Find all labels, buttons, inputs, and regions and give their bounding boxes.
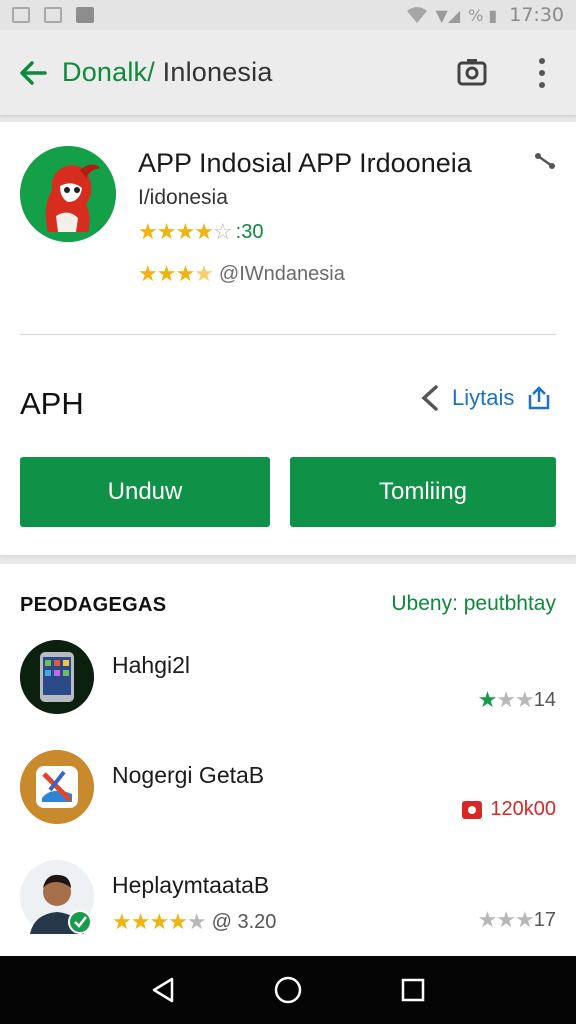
- camera-icon: [457, 59, 487, 86]
- item-user-rating: ★★★★★ @ 3.20: [112, 910, 276, 935]
- item-rating: ★★★ 14: [478, 688, 556, 713]
- page-title-primary: Donalk/: [62, 57, 155, 87]
- item-filled-star: ★: [477, 688, 498, 713]
- recommendations-card: PEODAGEGAS Ubeny: peutbhtay Hahgi2l ★★★ …: [0, 564, 576, 956]
- system-nav-bar: [0, 956, 576, 1024]
- camera-button[interactable]: [456, 56, 488, 88]
- notification-icons: [12, 7, 94, 23]
- back-nav-icon[interactable]: [148, 975, 178, 1005]
- share-icon: [535, 153, 555, 169]
- item-avatar: [20, 750, 94, 824]
- item-user-stars: ★★★★★: [112, 910, 207, 935]
- item-download-count: 120k00: [490, 798, 556, 820]
- item-title: HeplaymtaataB: [112, 872, 270, 898]
- rating-prefix: ★: [138, 220, 158, 245]
- item-title: Hahgi2l: [112, 652, 190, 678]
- item-downloads: 120k00: [462, 798, 556, 821]
- more-dot-icon: [539, 82, 545, 88]
- recents-nav-icon[interactable]: [398, 975, 428, 1005]
- divider: [20, 334, 556, 335]
- secondary-rating-stars: ★★★★: [138, 262, 214, 287]
- app-icon[interactable]: [20, 146, 116, 242]
- item-avatar: [20, 860, 94, 934]
- download-button[interactable]: Unduw: [20, 457, 270, 527]
- item-user-empty-star: ★: [186, 910, 207, 935]
- page-title: Donalk/ Inlonesia: [62, 57, 273, 88]
- secondary-half-star: ★: [194, 262, 214, 287]
- image-notification-icon: [12, 7, 30, 23]
- rating-filled-stars: ★★★: [156, 220, 214, 245]
- app-region: I/idonesia: [138, 186, 228, 209]
- see-details-link[interactable]: Liytais: [420, 384, 552, 412]
- app-secondary-rating: ★★★★ @IWndanesia: [138, 262, 345, 287]
- list-item[interactable]: Hahgi2l ★★★ 14: [0, 640, 576, 736]
- app-bar: Donalk/ Inlonesia: [0, 30, 576, 116]
- item-rating-value: 17: [533, 909, 556, 931]
- share-button[interactable]: [534, 150, 556, 172]
- app-name: APP Indosial APP Irdooneia: [138, 148, 472, 178]
- app-detail-card: APP Indosial APP Irdooneia I/idonesia ★★…: [0, 122, 576, 556]
- phone-icon: [20, 640, 94, 714]
- more-dot-icon: [539, 58, 545, 64]
- more-options-button[interactable]: [530, 56, 554, 90]
- back-button[interactable]: [16, 56, 50, 90]
- secondary-rating-label: @IWndanesia: [218, 263, 345, 285]
- list-header: PEODAGEGAS: [20, 594, 167, 616]
- item-title: Nogergi GetaB: [112, 762, 265, 788]
- home-nav-icon[interactable]: [273, 975, 303, 1005]
- rating-stars: ★★★★☆: [138, 220, 233, 245]
- wifi-icon: [406, 7, 427, 23]
- rating-value: :30: [235, 221, 264, 243]
- item-avatar: [20, 640, 94, 714]
- rating-empty-star: ☆: [212, 220, 233, 245]
- clock: 17:30: [509, 4, 564, 26]
- section-label: APH: [20, 386, 84, 421]
- battery-icon: % ▮: [468, 5, 498, 25]
- item-user-filled-stars: ★★★★: [112, 910, 188, 935]
- person-avatar-icon: [20, 860, 94, 934]
- item-rating: ★★★ 17: [478, 908, 556, 933]
- mascot-icon: [20, 146, 116, 242]
- secondary-filled-stars: ★★★: [138, 262, 195, 287]
- watch-button[interactable]: Tomliing: [290, 457, 556, 527]
- signal-icon: ▼◢: [435, 5, 461, 25]
- item-stars: ★★★: [477, 688, 535, 713]
- play-badge-icon: [462, 800, 483, 819]
- item-rating-value: 14: [533, 689, 556, 711]
- item-stars: ★★★: [477, 908, 535, 933]
- more-dot-icon: [539, 70, 545, 76]
- see-details-label: Liytais: [452, 385, 515, 410]
- file-notification-icon: [44, 7, 62, 23]
- app-notification-icon: [76, 7, 94, 23]
- back-arrow-icon: [20, 60, 47, 85]
- share-upload-icon: [529, 386, 550, 410]
- item-empty-stars: ★★: [477, 908, 516, 933]
- status-indicators: ▼◢ % ▮ 17:30: [406, 4, 564, 26]
- list-item[interactable]: HeplaymtaataB ★★★★★ @ 3.20 ★★★ 17: [0, 860, 576, 956]
- item-empty-star: ★: [515, 908, 535, 933]
- app-rating: ★★★★☆ :30: [138, 220, 263, 245]
- page-title-secondary: Inlonesia: [162, 57, 273, 87]
- chevron-left-icon: [421, 385, 438, 411]
- item-empty-stars: ★★: [496, 688, 534, 713]
- edit-app-icon: [20, 750, 94, 824]
- list-item[interactable]: Nogergi GetaB 120k00: [0, 750, 576, 846]
- item-user-rating-value: @ 3.20: [211, 911, 277, 933]
- status-bar: ▼◢ % ▮ 17:30: [0, 0, 576, 30]
- see-more-link[interactable]: Ubeny: peutbhtay: [391, 592, 556, 616]
